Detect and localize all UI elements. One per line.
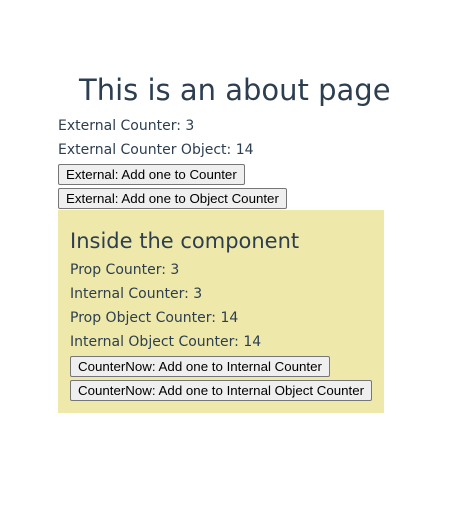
add-one-to-object-counter-button[interactable]: External: Add one to Object Counter bbox=[58, 188, 287, 209]
external-counter-object-text: External Counter Object: 14 bbox=[58, 142, 254, 158]
page-title: This is an about page bbox=[79, 73, 391, 107]
add-one-to-internal-object-counter-button[interactable]: CounterNow: Add one to Internal Object C… bbox=[70, 380, 373, 401]
add-one-to-internal-counter-button[interactable]: CounterNow: Add one to Internal Counter bbox=[70, 356, 330, 377]
internal-object-counter-text: Internal Object Counter: 14 bbox=[70, 334, 262, 350]
component-title: Inside the component bbox=[70, 229, 300, 253]
add-one-to-counter-button[interactable]: External: Add one to Counter bbox=[58, 164, 245, 185]
counter-component: Inside the component Prop Counter: 3 Int… bbox=[58, 210, 384, 413]
internal-counter-text: Internal Counter: 3 bbox=[70, 286, 203, 302]
prop-object-counter-text: Prop Object Counter: 14 bbox=[70, 310, 239, 326]
external-counter-text: External Counter: 3 bbox=[58, 118, 195, 134]
prop-counter-text: Prop Counter: 3 bbox=[70, 262, 180, 278]
